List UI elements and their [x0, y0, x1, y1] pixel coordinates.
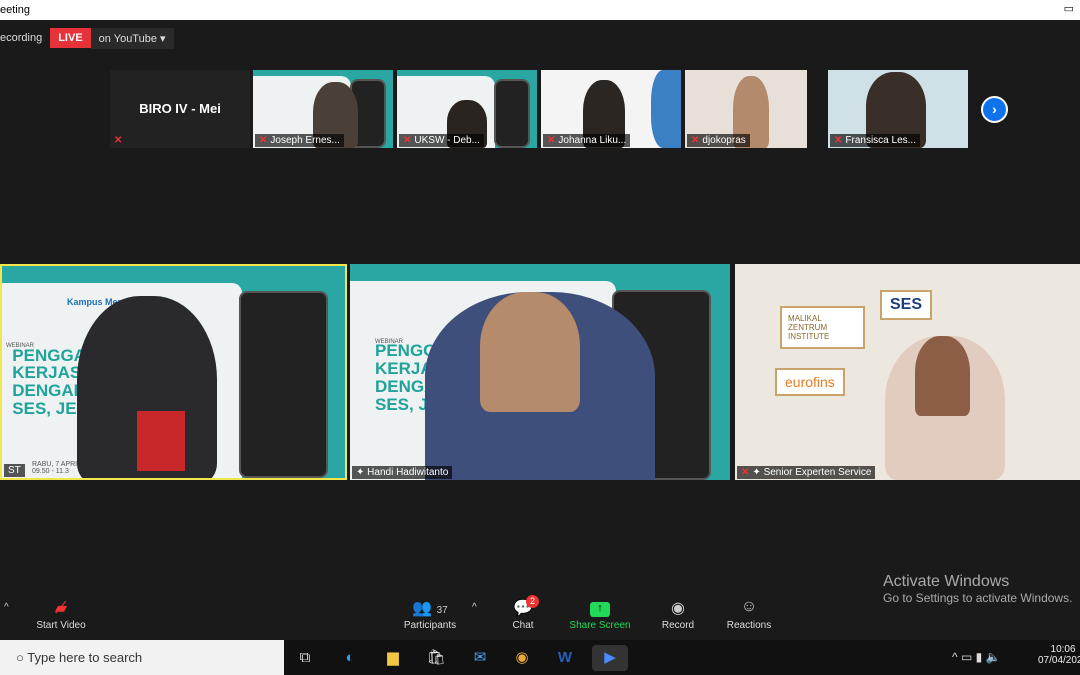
thumbnail-tile[interactable]: BIRO IV - Mei ✕ — [110, 70, 250, 148]
store-icon[interactable]: 🛍 — [423, 645, 449, 671]
taskbar-clock[interactable]: 10:06 07/04/2021 — [1038, 644, 1080, 666]
chat-label: Chat — [512, 620, 534, 631]
audio-options-caret[interactable]: ^ — [4, 602, 9, 613]
mic-muted-icon: ✕ — [547, 135, 556, 146]
start-video-button[interactable]: ▰̸ Start Video — [32, 598, 90, 631]
participant-name: Handi Hadiwitanto — [367, 467, 449, 478]
participant-name: Joseph Ernes... — [270, 135, 340, 146]
participant-name: ST — [8, 465, 21, 476]
share-screen-label: Share Screen — [569, 620, 631, 631]
record-button[interactable]: ◉ Record — [658, 598, 698, 631]
watermark-title: Activate Windows — [883, 573, 1010, 590]
video-tile-active-speaker[interactable]: Kampus Merdeka WEBINAR RABU, 7 APRIL 09.5… — [0, 264, 347, 480]
sign: MALIKAL ZENTRUM INSTITUTE — [780, 306, 865, 349]
video-tile[interactable]: WEBINAR PENGGALANG KERJASAMA DENGAN SES,… — [350, 264, 730, 480]
thumbnail-tile[interactable]: ✕ Joseph Ernes... — [253, 70, 393, 148]
thumbnail-tile[interactable]: ✕ Fransisca Les... — [828, 70, 968, 148]
participant-name: UKSW - Deb... — [414, 135, 480, 146]
participants-count: 37 — [436, 605, 448, 616]
sign: eurofins — [775, 368, 845, 396]
live-badge: LIVE — [50, 28, 91, 48]
participants-icon: 👥 — [412, 600, 433, 617]
record-label: Record — [661, 620, 695, 631]
thumbnail-tile[interactable]: ✕ Johanna Liku... — [541, 70, 681, 148]
thumbnail-tile[interactable]: ✕ djokopras — [685, 70, 807, 148]
mic-muted-icon: ✕ — [114, 135, 123, 146]
file-explorer-icon[interactable]: ▆ — [380, 645, 406, 671]
thumbnail-tile[interactable]: ✕ UKSW - Deb... — [397, 70, 537, 148]
chat-badge: 2 — [526, 595, 539, 608]
mail-icon[interactable]: ✉ — [467, 645, 493, 671]
maximize-icon[interactable]: ▭ — [1064, 2, 1074, 15]
activate-windows-watermark: Activate Windows Go to Settings to activ… — [883, 573, 1072, 605]
title-bar: eeting ▭ — [0, 0, 1080, 20]
destination-label: on YouTube — [98, 32, 157, 45]
participant-name: Fransisca Les... — [845, 135, 916, 146]
participants-caret[interactable]: ^ — [472, 602, 477, 613]
slide-date: RABU, 7 APRIL — [32, 460, 82, 468]
chat-button[interactable]: 💬 2 Chat — [505, 595, 541, 631]
share-screen-icon: ↑ — [590, 602, 610, 617]
pin-icon: ✦ — [356, 467, 368, 478]
word-icon[interactable]: W — [552, 645, 578, 671]
mic-muted-icon: ✕ — [834, 135, 843, 146]
reactions-icon: ☺ — [740, 598, 758, 615]
participant-name: BIRO IV - Mei — [139, 101, 221, 116]
reactions-label: Reactions — [726, 620, 772, 631]
participant-name: Johanna Liku... — [558, 135, 627, 146]
search-icon: ○ — [16, 650, 28, 665]
recording-bar: ecording LIVE on YouTube ▾ — [0, 27, 174, 49]
clock-date: 07/04/2021 — [1038, 655, 1080, 666]
participant-name: Senior Experten Service — [763, 467, 872, 478]
taskbar-search-box[interactable]: ○ Type here to search — [0, 640, 284, 675]
participants-button[interactable]: 👥 37 Participants — [400, 598, 460, 631]
next-page-arrow-icon[interactable]: › — [981, 96, 1008, 123]
start-video-label: Start Video — [36, 620, 86, 631]
record-icon: ◉ — [671, 600, 685, 617]
live-destination-dropdown[interactable]: on YouTube ▾ — [90, 27, 174, 49]
participant-name: djokopras — [702, 135, 746, 146]
share-screen-button[interactable]: ↑ Share Screen — [566, 598, 634, 631]
video-tile[interactable]: MALIKAL ZENTRUM INSTITUTE SES eurofins ✕… — [735, 264, 1080, 480]
watermark-subtitle: Go to Settings to activate Windows. — [883, 591, 1073, 605]
video-off-icon: ▰̸ — [54, 600, 68, 617]
participants-label: Participants — [403, 620, 457, 631]
reactions-button[interactable]: ☺ Reactions — [724, 598, 774, 631]
system-tray-icons[interactable]: ^ ▭ ▮ 🔈 — [952, 650, 1001, 664]
edge-icon[interactable]: ◐ — [337, 645, 363, 671]
mic-muted-icon: ✕ — [691, 135, 700, 146]
pin-icon: ✦ — [752, 467, 764, 478]
sign: SES — [880, 290, 933, 320]
clock-time: 10:06 — [1050, 644, 1076, 655]
zoom-app-icon[interactable]: ▶ — [592, 645, 628, 671]
chrome-icon[interactable]: ◉ — [509, 645, 535, 671]
mic-muted-icon: ✕ — [741, 467, 750, 478]
search-placeholder: Type here to search — [27, 650, 143, 665]
slide-time: 09.50 - 11.3 — [32, 467, 69, 475]
window-title: eeting — [0, 4, 30, 16]
mic-muted-icon: ✕ — [403, 135, 412, 146]
recording-label: ecording — [0, 32, 43, 44]
task-view-icon[interactable]: ⧉ — [292, 645, 318, 671]
mic-muted-icon: ✕ — [259, 135, 268, 146]
caret-down-icon: ▾ — [160, 32, 166, 45]
